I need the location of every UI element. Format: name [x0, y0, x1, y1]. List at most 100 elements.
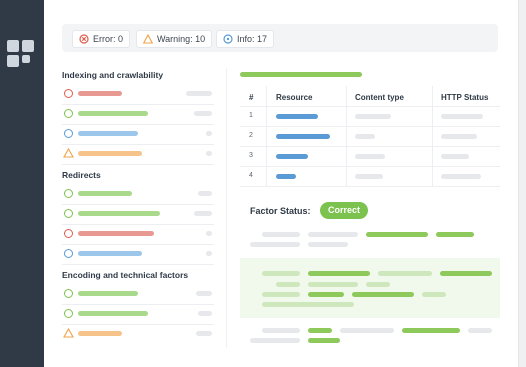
divider	[240, 106, 500, 107]
error-label: Error: 0	[93, 34, 124, 44]
text-placeholder	[308, 328, 332, 333]
item-value-placeholder	[196, 331, 212, 336]
item-placeholder	[78, 111, 148, 116]
text-placeholder	[308, 242, 348, 247]
http-status-placeholder	[441, 134, 477, 139]
divider	[266, 86, 267, 186]
detail-highlight	[240, 258, 500, 318]
check-icon	[64, 309, 73, 318]
divider	[432, 86, 433, 186]
error-filter[interactable]: Error: 0	[72, 30, 131, 48]
info-icon	[64, 249, 73, 258]
list-item[interactable]	[62, 84, 214, 105]
resource-placeholder[interactable]	[276, 134, 330, 139]
panel-title-placeholder	[240, 72, 362, 77]
info-icon	[64, 129, 73, 138]
resource-placeholder[interactable]	[276, 114, 318, 119]
error-icon	[64, 89, 73, 98]
text-placeholder	[262, 302, 354, 307]
error-icon	[64, 229, 73, 238]
content-type-placeholder	[355, 154, 385, 159]
section-title: Encoding and technical factors	[62, 270, 189, 280]
divider	[240, 126, 500, 127]
check-icon	[64, 209, 73, 218]
text-placeholder	[250, 242, 300, 247]
text-placeholder	[436, 232, 474, 237]
item-placeholder	[78, 91, 122, 96]
column-header-http-status: HTTP Status	[441, 93, 489, 102]
text-placeholder	[402, 328, 460, 333]
info-icon	[223, 34, 233, 44]
content-type-placeholder	[355, 114, 391, 119]
warning-filter[interactable]: Warning: 10	[136, 30, 213, 48]
list-item[interactable]	[62, 244, 214, 265]
section-title: Redirects	[62, 170, 101, 180]
column-header-content-type: Content type	[355, 93, 404, 102]
text-placeholder	[308, 292, 344, 297]
http-status-placeholder	[441, 114, 483, 119]
text-placeholder	[308, 282, 358, 287]
summary-bar: Error: 0 Warning: 10 Info: 17	[62, 24, 498, 52]
item-value-placeholder	[198, 191, 212, 196]
item-value-placeholder	[206, 131, 212, 136]
left-rail	[0, 0, 44, 367]
item-value-placeholder	[186, 91, 212, 96]
http-status-placeholder	[441, 174, 481, 179]
item-placeholder	[78, 251, 142, 256]
text-placeholder	[422, 292, 446, 297]
list-item[interactable]	[62, 104, 214, 125]
section-title: Indexing and crawlability	[62, 70, 164, 80]
http-status-placeholder	[441, 154, 469, 159]
text-placeholder	[378, 271, 432, 276]
check-icon	[64, 189, 73, 198]
error-icon	[79, 34, 89, 44]
audit-card: Error: 0 Warning: 10 Info: 17 Indexing a…	[44, 0, 519, 367]
item-placeholder	[78, 291, 138, 296]
row-number: 1	[249, 112, 253, 119]
text-placeholder	[366, 282, 390, 287]
item-value-placeholder	[206, 151, 212, 156]
text-placeholder	[352, 292, 414, 297]
list-item[interactable]	[62, 324, 214, 344]
factor-status-label: Factor Status:	[250, 206, 311, 216]
list-item[interactable]	[62, 304, 214, 325]
item-value-placeholder	[196, 291, 212, 296]
text-placeholder	[276, 282, 300, 287]
info-filter[interactable]: Info: 17	[216, 30, 275, 48]
row-number: 3	[249, 152, 253, 159]
text-placeholder	[262, 271, 300, 276]
list-item[interactable]	[62, 124, 214, 145]
list-item[interactable]	[62, 284, 214, 305]
list-item[interactable]	[62, 224, 214, 245]
info-label: Info: 17	[237, 34, 268, 44]
check-icon	[64, 109, 73, 118]
item-value-placeholder	[194, 111, 212, 116]
column-divider	[226, 68, 227, 348]
list-item[interactable]	[62, 144, 214, 165]
resource-placeholder[interactable]	[276, 154, 308, 159]
divider	[240, 146, 500, 147]
warning-icon	[143, 34, 153, 44]
resource-placeholder[interactable]	[276, 174, 296, 179]
text-placeholder	[468, 328, 492, 333]
text-placeholder	[262, 328, 300, 333]
column-header-number: #	[249, 93, 254, 102]
item-placeholder	[78, 331, 122, 336]
text-placeholder	[308, 271, 370, 276]
text-placeholder	[262, 292, 300, 297]
warning-label: Warning: 10	[157, 34, 206, 44]
divider	[346, 86, 347, 186]
text-placeholder	[366, 232, 428, 237]
item-value-placeholder	[198, 311, 212, 316]
content-type-placeholder	[355, 134, 375, 139]
content-type-placeholder	[355, 174, 383, 179]
divider	[240, 166, 500, 167]
row-number: 4	[249, 172, 253, 179]
item-placeholder	[78, 131, 138, 136]
grid-logo-icon	[7, 40, 35, 68]
check-icon	[64, 289, 73, 298]
item-placeholder	[78, 151, 142, 156]
list-item[interactable]	[62, 184, 214, 205]
column-header-resource: Resource	[276, 93, 313, 102]
list-item[interactable]	[62, 204, 214, 225]
